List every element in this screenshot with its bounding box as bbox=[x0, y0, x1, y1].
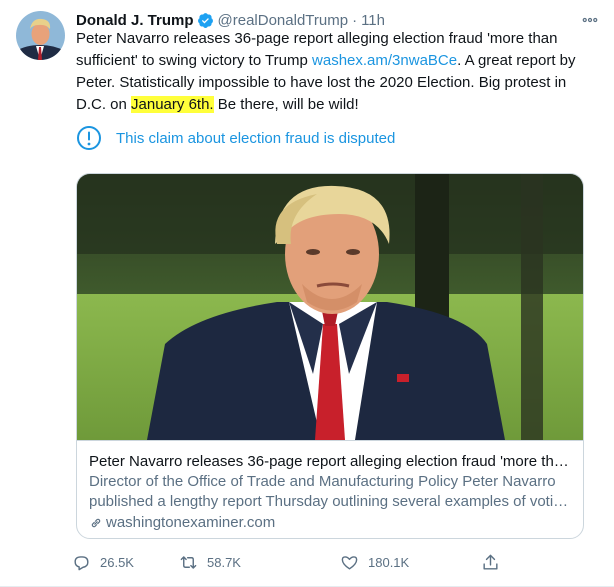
tweet-text: Peter Navarro releases 36-page report al… bbox=[76, 28, 596, 116]
card-description-line: published a lengthy report Thursday outl… bbox=[89, 493, 571, 510]
tweet-header: Donald J. Trump @realDonaldTrump · 11h bbox=[76, 10, 385, 30]
avatar[interactable] bbox=[16, 11, 65, 60]
card-domain-text: washingtonexaminer.com bbox=[106, 514, 276, 531]
disputed-claim-text[interactable]: This claim about election fraud is dispu… bbox=[116, 130, 395, 147]
separator-dot: · bbox=[352, 11, 358, 29]
reply-count: 26.5K bbox=[100, 554, 134, 570]
share-icon bbox=[483, 554, 498, 570]
share-button[interactable] bbox=[481, 548, 509, 576]
tweet-timestamp[interactable]: 11h bbox=[361, 12, 385, 29]
retweet-button[interactable]: 58.7K bbox=[179, 548, 241, 576]
tweet-link[interactable]: washex.am/3nwaBCe bbox=[312, 52, 457, 69]
tweet[interactable]: Donald J. Trump @realDonaldTrump · 11h P… bbox=[0, 0, 614, 587]
heart-icon bbox=[341, 555, 358, 570]
author-name[interactable]: Donald J. Trump bbox=[76, 12, 194, 29]
link-preview-card[interactable]: Peter Navarro releases 36-page report al… bbox=[76, 173, 584, 539]
link-icon bbox=[91, 518, 101, 528]
info-circle-icon bbox=[77, 126, 101, 150]
author-handle[interactable]: @realDonaldTrump bbox=[218, 12, 349, 29]
retweet-icon bbox=[180, 555, 197, 569]
like-button[interactable]: 180.1K bbox=[340, 548, 409, 576]
more-options-icon[interactable] bbox=[580, 10, 600, 30]
card-description-line: Director of the Office of Trade and Manu… bbox=[89, 473, 556, 490]
retweet-count: 58.7K bbox=[207, 554, 241, 570]
reply-icon bbox=[74, 555, 89, 570]
card-description: Director of the Office of Trade and Manu… bbox=[89, 472, 571, 512]
highlighted-text: January 6th. bbox=[131, 96, 214, 113]
card-title[interactable]: Peter Navarro releases 36-page report al… bbox=[89, 452, 571, 472]
tweet-actions: 26.5K 58.7K 180.1K bbox=[72, 548, 512, 576]
like-count: 180.1K bbox=[368, 554, 410, 570]
verified-badge-icon bbox=[197, 12, 213, 28]
card-image[interactable] bbox=[77, 174, 583, 440]
card-domain: washingtonexaminer.com bbox=[89, 513, 571, 533]
disputed-claim-notice[interactable]: This claim about election fraud is dispu… bbox=[76, 124, 395, 152]
card-body[interactable]: Peter Navarro releases 36-page report al… bbox=[77, 440, 583, 538]
tweet-text-part: Be there, will be wild! bbox=[213, 96, 359, 113]
reply-button[interactable]: 26.5K bbox=[72, 548, 134, 576]
